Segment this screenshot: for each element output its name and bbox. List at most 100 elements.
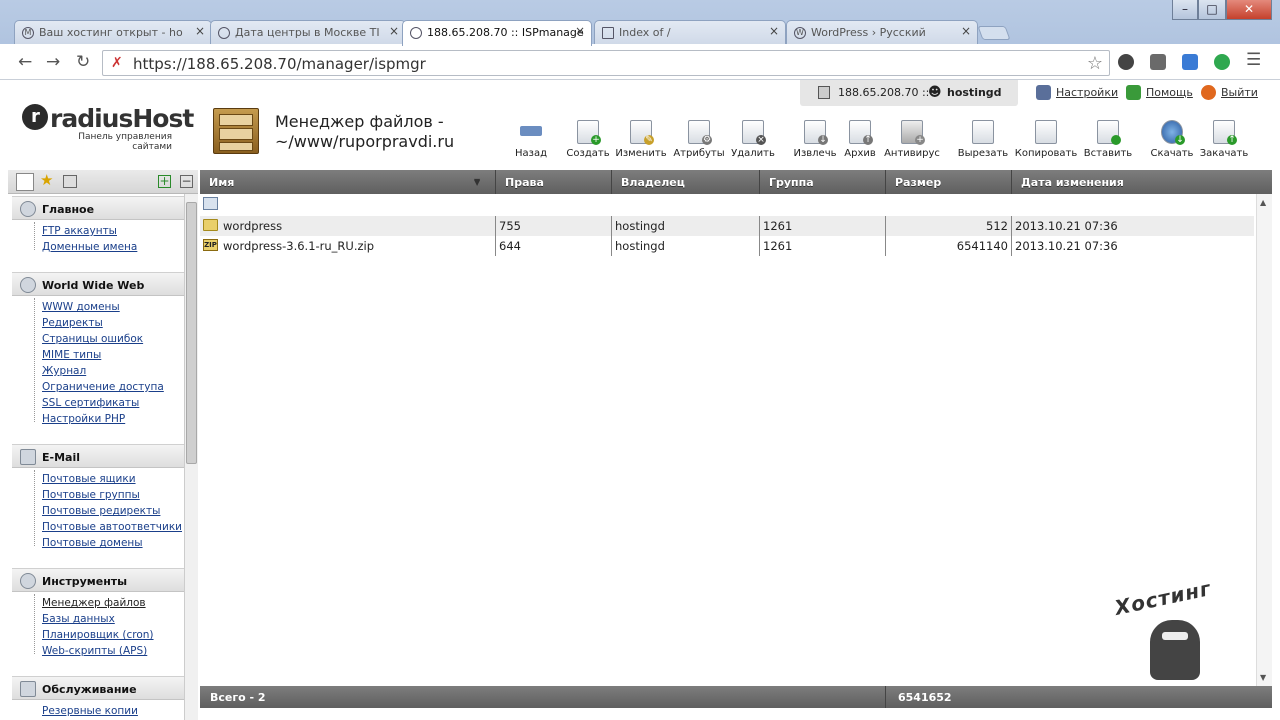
browser-toolbar: ← → ↻ ✗ https://188.65.208.70/manager/is… [0, 44, 1280, 80]
power-icon [1201, 85, 1216, 100]
sidebar-item-file-manager[interactable]: Менеджер файлов [42, 597, 146, 609]
sidebar-item-databases[interactable]: Базы данных [42, 613, 115, 625]
bookmark-star-icon[interactable]: ☆ [1087, 53, 1103, 74]
sidebar-item-ftp[interactable]: FTP аккаунты [42, 225, 117, 237]
sidebar-item-domains[interactable]: Доменные имена [42, 241, 137, 253]
upload-label: Закачать [1199, 148, 1249, 159]
tab-datacenter[interactable]: Дата центры в Москве TI × [210, 20, 406, 45]
extract-icon: ↓ [804, 120, 828, 145]
scroll-up-icon[interactable]: ▲ [1260, 198, 1266, 207]
section-maintenance[interactable]: Обслуживание [12, 676, 184, 700]
column-group[interactable]: Группа [760, 170, 886, 194]
delete-button[interactable]: × Удалить [725, 120, 781, 159]
list-view-icon[interactable] [16, 173, 34, 191]
screen-extension-icon[interactable] [1182, 54, 1198, 70]
attributes-button[interactable]: ⚙ Атрибуты [671, 120, 727, 159]
sidebar-item-mail-domains[interactable]: Почтовые домены [42, 537, 143, 549]
tool-extension-icon[interactable] [1150, 54, 1166, 70]
close-tab-icon[interactable]: × [389, 24, 399, 38]
edit-button[interactable]: ✎ Изменить [613, 120, 669, 159]
sidebar-item-mailboxes[interactable]: Почтовые ящики [42, 473, 136, 485]
parent-folder-icon[interactable] [203, 197, 218, 210]
tree-line [34, 298, 40, 422]
sidebar-item-aps[interactable]: Web-скрипты (APS) [42, 645, 147, 657]
sidebar-scrollbar[interactable] [184, 194, 198, 720]
section-email[interactable]: E-Mail [12, 444, 184, 468]
clock-extension-icon[interactable] [1118, 54, 1134, 70]
total-count: Всего - 2 [210, 691, 266, 704]
create-button[interactable]: + Создать [560, 120, 616, 159]
sidebar-item-mail-redirects[interactable]: Почтовые редиректы [42, 505, 160, 517]
copy-button[interactable]: Копировать [1014, 120, 1078, 159]
help-link[interactable]: Помощь [1146, 86, 1193, 99]
clipboard-icon[interactable] [63, 175, 77, 188]
column-date[interactable]: Дата изменения [1012, 170, 1272, 194]
insecure-lock-icon[interactable]: ✗ [111, 55, 123, 71]
archive-button[interactable]: ↑ Архив [832, 120, 888, 159]
sidebar-item-ssl[interactable]: SSL сертификаты [42, 397, 139, 409]
download-button[interactable]: ↓ Скачать [1144, 120, 1200, 159]
table-row[interactable]: ZIP wordpress-3.6.1-ru_RU.zip 644 hostin… [200, 236, 1254, 256]
close-tab-icon[interactable]: × [769, 24, 779, 38]
sidebar-item-php[interactable]: Настройки PHP [42, 413, 125, 425]
back-arrow-icon[interactable]: ← [18, 52, 32, 72]
column-owner[interactable]: Владелец [612, 170, 760, 194]
sync-extension-icon[interactable] [1214, 54, 1230, 70]
sidebar-item-redirects[interactable]: Редиректы [42, 317, 103, 329]
address-bar[interactable]: ✗ https://188.65.208.70/manager/ispmgr ☆ [102, 50, 1110, 76]
file-name[interactable]: wordpress [223, 219, 282, 233]
cut-button[interactable]: Вырезать [955, 120, 1011, 159]
section-main[interactable]: Главное [12, 196, 184, 220]
sidebar-item-error-pages[interactable]: Страницы ошибок [42, 333, 143, 345]
total-size: 6541652 [898, 691, 952, 704]
table-row[interactable]: wordpress 755 hostingd 1261 512 2013.10.… [200, 216, 1254, 236]
sidebar-scroll-thumb[interactable] [186, 202, 197, 464]
close-tab-icon[interactable]: × [961, 24, 971, 38]
tab-hosting[interactable]: M Ваш хостинг открыт - ho × [14, 20, 212, 45]
close-tab-icon[interactable]: × [195, 24, 205, 38]
back-button[interactable]: Назад [503, 120, 559, 159]
logout-link[interactable]: Выйти [1221, 86, 1258, 99]
sidebar-item-log[interactable]: Журнал [42, 365, 86, 377]
reload-icon[interactable]: ↻ [76, 52, 90, 72]
tab-wordpress[interactable]: W WordPress › Русский × [786, 20, 978, 45]
upload-button[interactable]: ↑ Закачать [1196, 120, 1252, 159]
column-name[interactable]: Имя ▼ [200, 170, 496, 194]
paste-button[interactable]: Вставить [1080, 120, 1136, 159]
section-tools[interactable]: Инструменты [12, 568, 184, 592]
file-size: 6541140 [956, 239, 1008, 253]
section-title: E-Mail [42, 451, 80, 464]
maximize-button[interactable]: □ [1198, 0, 1226, 20]
close-window-button[interactable]: ✕ [1226, 0, 1272, 20]
settings-link[interactable]: Настройки [1056, 86, 1118, 99]
tab-ispmanager[interactable]: 188.65.208.70 :: ISPmanage × [402, 20, 592, 46]
menu-icon[interactable]: ☰ [1246, 50, 1261, 70]
collapse-all-icon[interactable]: − [180, 175, 193, 188]
new-tab-button[interactable] [977, 26, 1011, 40]
attributes-label: Атрибуты [673, 148, 725, 159]
file-name[interactable]: wordpress-3.6.1-ru_RU.zip [223, 239, 374, 253]
sidebar-item-mail-groups[interactable]: Почтовые группы [42, 489, 140, 501]
tab-index[interactable]: Index of / × [594, 20, 786, 45]
sidebar-toolbar: ★ + − [8, 170, 198, 194]
brand-logo[interactable]: r radiusHost [22, 104, 194, 133]
section-www[interactable]: World Wide Web [12, 272, 184, 296]
favorites-star-icon[interactable]: ★ [40, 171, 53, 189]
close-tab-icon[interactable]: × [575, 24, 585, 38]
sidebar-item-www-domains[interactable]: WWW домены [42, 301, 120, 313]
minimize-button[interactable]: – [1172, 0, 1198, 20]
column-size[interactable]: Размер [886, 170, 1012, 194]
column-perms[interactable]: Права [496, 170, 612, 194]
sidebar-item-autoresponders[interactable]: Почтовые автоответчики [42, 521, 182, 533]
scroll-down-icon[interactable]: ▼ [1260, 673, 1266, 682]
folder-icon [203, 219, 218, 231]
sidebar-item-mime[interactable]: MIME типы [42, 349, 101, 361]
expand-all-icon[interactable]: + [158, 175, 171, 188]
forward-arrow-icon[interactable]: → [46, 52, 60, 72]
sidebar-item-cron[interactable]: Планировщик (cron) [42, 629, 154, 641]
url-text[interactable]: https://188.65.208.70/manager/ispmgr [133, 55, 426, 73]
sidebar-item-backups[interactable]: Резервные копии [42, 705, 138, 717]
section-title: Инструменты [42, 575, 128, 588]
sidebar-item-access[interactable]: Ограничение доступа [42, 381, 164, 393]
antivirus-button[interactable]: + Антивирус [881, 120, 943, 159]
